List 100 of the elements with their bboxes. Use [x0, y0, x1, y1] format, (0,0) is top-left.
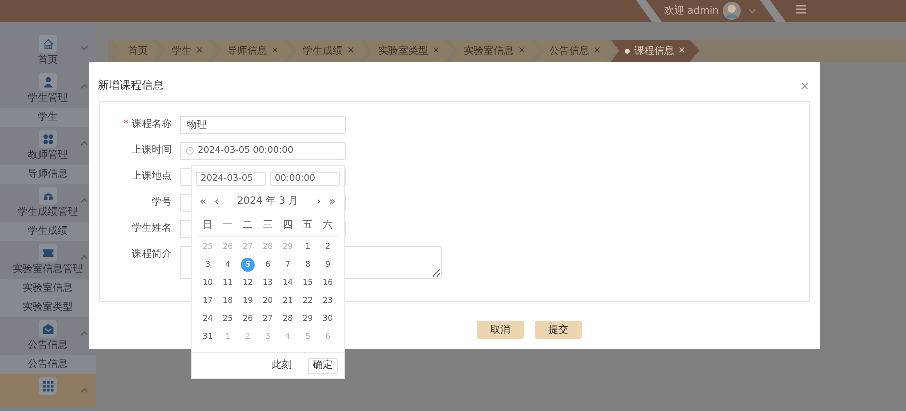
next-month-button[interactable]: › — [316, 196, 322, 206]
field-label: 上课地点 — [131, 170, 173, 184]
grid-icon — [42, 380, 54, 392]
calendar-day[interactable]: 7 — [278, 256, 298, 274]
chevron-icon[interactable] — [81, 198, 88, 203]
welcome-text: 欢迎 admin — [664, 4, 719, 18]
calendar-day[interactable]: 29 — [298, 310, 318, 328]
page-tab[interactable]: 首页 — [114, 40, 162, 62]
tab-close-button[interactable]: × — [432, 46, 440, 56]
calendar-day[interactable]: 8 — [298, 256, 318, 274]
caret-icon[interactable] — [749, 8, 756, 14]
date-input[interactable]: 2024-03-05 — [196, 172, 266, 186]
field-label: * 课程名称 — [122, 118, 173, 132]
calendar-day[interactable]: 17 — [198, 292, 218, 310]
four-dots-icon — [42, 132, 54, 146]
time-input[interactable]: 00:00:00 — [270, 172, 340, 186]
chevron-icon[interactable] — [81, 388, 88, 393]
prev-year-button[interactable]: « — [200, 196, 207, 206]
envelope-icon — [42, 322, 54, 336]
page-tab[interactable]: 实验室信息 × — [450, 40, 540, 62]
dialog-button[interactable]: 提交 — [535, 321, 582, 339]
weekday-label: 二 — [242, 219, 254, 233]
clock-icon — [186, 147, 194, 155]
weekday-label: 四 — [282, 219, 294, 233]
sidebar-item[interactable]: 教师管理 — [28, 150, 68, 162]
weekday-label: 六 — [322, 218, 334, 233]
chevron-icon[interactable] — [81, 141, 88, 146]
confirm-button[interactable]: 确定 — [308, 358, 338, 374]
calendar-day[interactable]: 19 — [238, 292, 258, 310]
prev-month-button[interactable]: ‹ — [214, 196, 220, 206]
weekday-label: 一 — [222, 219, 234, 233]
calendar-day[interactable]: 20 — [258, 292, 278, 310]
calendar-day[interactable]: 28 — [278, 310, 298, 328]
weekday-label: 日 — [202, 219, 214, 233]
text-field[interactable]: 物理 — [180, 116, 346, 134]
sidebar-item[interactable]: 首页 — [38, 55, 58, 67]
ticket-icon — [42, 246, 54, 260]
avatar-icon[interactable] — [723, 2, 741, 20]
sidebar-item[interactable] — [0, 374, 96, 407]
chevron-icon[interactable] — [81, 84, 88, 89]
calendar-day[interactable]: 3 — [198, 256, 218, 274]
field-label: 学号 — [151, 196, 173, 210]
datetime-field[interactable]: 2024-03-05 00:00:00 — [180, 142, 346, 160]
calendar-day[interactable]: 31 — [198, 328, 218, 346]
dot-icon — [625, 48, 630, 54]
tab-close-button[interactable]: × — [196, 46, 204, 56]
sidebar-item[interactable]: 学生成绩管理 — [18, 207, 78, 219]
now-link[interactable]: 此刻 — [272, 360, 292, 372]
page-tab[interactable]: 学生成绩 × — [289, 40, 369, 62]
dialog-button[interactable]: 取消 — [477, 321, 524, 339]
dialog-title: 新增课程信息 — [98, 78, 164, 94]
calendar-day[interactable]: 6 — [258, 256, 278, 274]
calendar-day[interactable]: 23 — [318, 292, 338, 310]
calendar-day[interactable]: 2 — [318, 238, 338, 256]
sidebar-item[interactable]: 学生管理 — [28, 93, 68, 105]
month-title: 2024 年 3 月 — [237, 196, 299, 206]
calendar-day[interactable]: 25 — [218, 310, 238, 328]
calendar-day[interactable]: 21 — [278, 292, 298, 310]
page-tab[interactable]: 课程信息 × — [611, 40, 700, 62]
weekday-label: 五 — [302, 219, 314, 233]
weekday-label: 三 — [262, 219, 274, 233]
page-tab[interactable]: 导师信息 × — [214, 40, 294, 62]
calendar-day[interactable]: 11 — [218, 274, 238, 292]
calendar-day[interactable]: 9 — [318, 256, 338, 274]
menu-icon[interactable] — [796, 5, 806, 14]
calendar-day[interactable]: 18 — [218, 292, 238, 310]
tab-close-button[interactable]: × — [347, 46, 355, 56]
calendar-day[interactable]: 24 — [198, 310, 218, 328]
calendar-day[interactable]: 4 — [218, 256, 238, 274]
calendar-day[interactable]: 16 — [318, 274, 338, 292]
calendar-day[interactable]: 27 — [258, 310, 278, 328]
chevron-icon[interactable] — [81, 331, 88, 336]
header-stripe — [636, 0, 662, 22]
tab-close-button[interactable]: × — [678, 46, 686, 56]
page-tab[interactable]: 公告信息 × — [536, 40, 616, 62]
calendar-day[interactable]: 22 — [298, 292, 318, 310]
calendar-day[interactable]: 15 — [298, 274, 318, 292]
tab-close-button[interactable]: × — [594, 46, 602, 56]
field-label: 课程简介 — [131, 248, 173, 262]
next-year-button[interactable]: » — [329, 196, 336, 206]
chevron-icon[interactable] — [81, 255, 88, 260]
page-tab[interactable]: 实验室类型 × — [364, 40, 454, 62]
chevron-icon[interactable] — [81, 46, 88, 51]
tab-close-button[interactable]: × — [518, 46, 526, 56]
calendar-day[interactable]: 30 — [318, 310, 338, 328]
home-icon — [42, 38, 54, 50]
person-icon — [42, 76, 54, 88]
calendar-day[interactable]: 14 — [278, 274, 298, 292]
calendar-day[interactable]: 1 — [298, 238, 318, 256]
sidebar-subitem[interactable]: 公告信息 — [0, 355, 96, 374]
calendar-day[interactable]: 10 — [198, 274, 218, 292]
calendar-day[interactable]: 26 — [238, 310, 258, 328]
header-stripe — [760, 0, 786, 22]
field-label: 上课时间 — [131, 144, 173, 158]
calendar-day[interactable]: 13 — [258, 274, 278, 292]
calendar-day[interactable]: 12 — [238, 274, 258, 292]
sidebar-item[interactable]: 公告信息 — [28, 340, 68, 352]
page-tab[interactable]: 学生 × — [158, 40, 218, 62]
sidebar-item[interactable]: 实验室信息管理 — [13, 264, 83, 276]
tab-close-button[interactable]: × — [272, 46, 280, 56]
